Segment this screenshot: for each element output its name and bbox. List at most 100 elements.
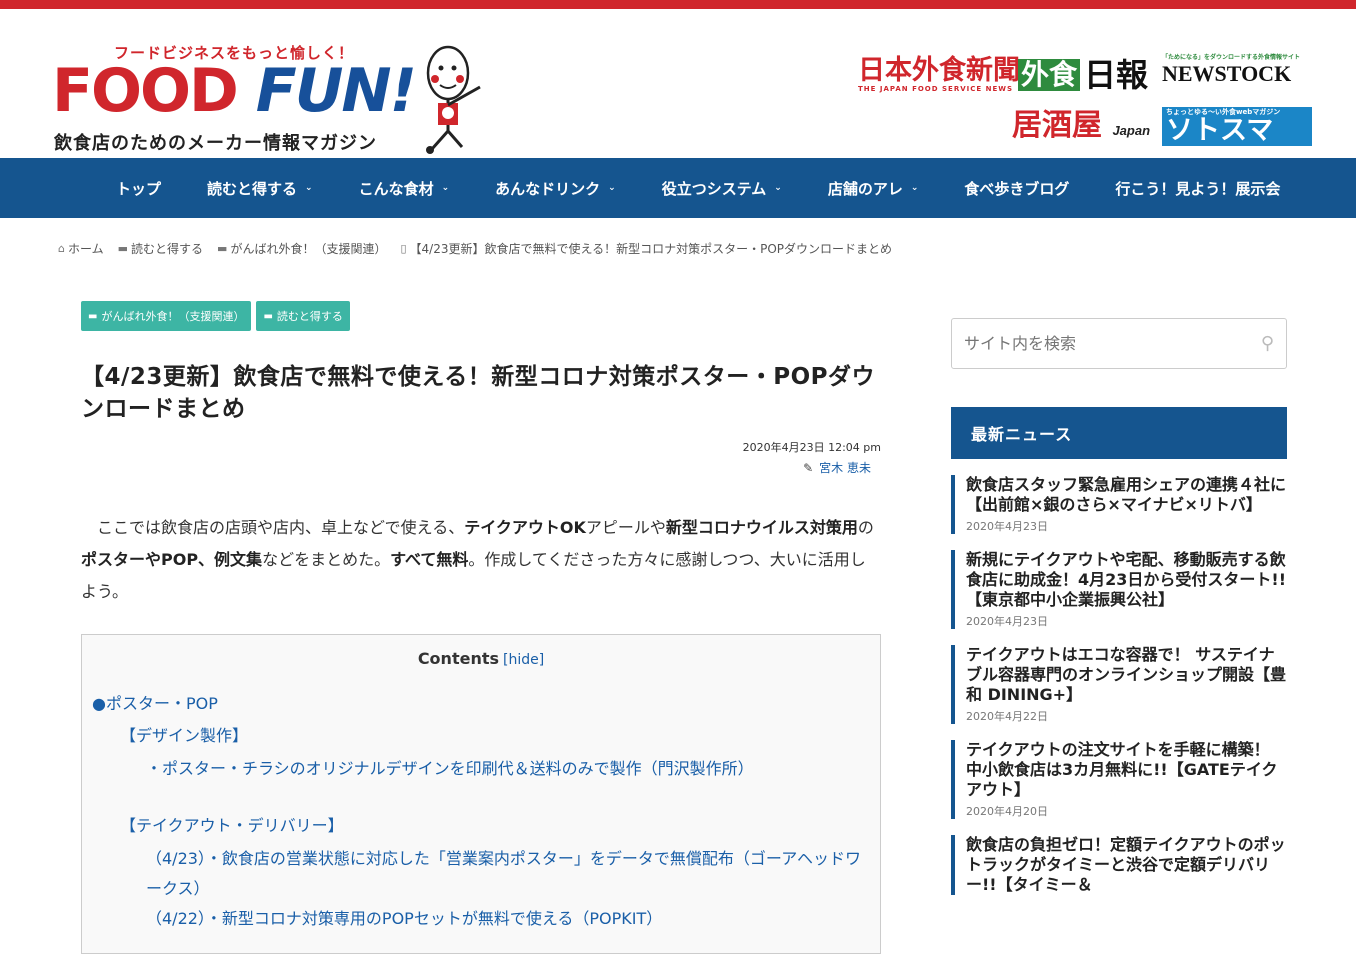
lead-bold: テイクアウトOK <box>464 518 586 537</box>
partner-izakaya-japan[interactable]: 居酒屋 Japan <box>1012 111 1150 141</box>
category-tag-label: 読むと得する <box>276 310 343 323</box>
breadcrumb-c2-label: がんばれ外食！（支援関連） <box>230 242 387 256</box>
chevron-down-icon: ⌄ <box>910 183 919 193</box>
top-accent-bar <box>0 0 1356 9</box>
author-name: 宮木 恵未 <box>819 461 871 475</box>
nav-item-label: 店舗のアレ <box>827 179 903 198</box>
nav-item-label: 役立つシステム <box>661 179 767 198</box>
nav-item[interactable]: トップ <box>116 178 161 199</box>
partner-p1-name: 日本外食新聞 <box>858 55 1020 86</box>
news-title: 飲食店の負担ゼロ！定額テイクアウトのポットラックがタイミーと渋谷で定額デリバリー… <box>966 835 1286 894</box>
toc-link[interactable]: 【デザイン製作】 <box>120 726 248 745</box>
nav-item[interactable]: 行こう！見よう！展示会 <box>1115 178 1280 199</box>
lead-text: アピールや <box>585 518 666 537</box>
news-item[interactable]: テイクアウトの注文サイトを手軽に構築！ 中小飲食店は3カ月無料に!!【GATEテ… <box>951 740 1287 819</box>
toc-link[interactable]: ●ポスター・POP <box>92 694 218 713</box>
breadcrumb-home-label: ホーム <box>67 242 104 256</box>
lead-bold: 新型コロナウイルス対策用 <box>665 518 858 537</box>
news-date: 2020年4月20日 <box>966 805 1048 818</box>
pencil-icon: ✎ <box>803 461 814 475</box>
article: ▬ がんばれ外食！（支援関連） ▬ 読むと得する 【4/23更新】飲食店で無料で… <box>81 301 881 954</box>
nav-item-label: 行こう！見よう！展示会 <box>1115 179 1281 198</box>
partner-logos: 日本外食新聞 THE JAPAN FOOD SERVICE NEWS 外食 日報… <box>850 53 1312 153</box>
news-title: テイクアウトの注文サイトを手軽に構築！ 中小飲食店は3カ月無料に!!【GATEテ… <box>966 740 1278 799</box>
partner-newstock[interactable]: 「ためになる」をダウンロードする外食情報サイト NEWSTOCK <box>1162 55 1300 85</box>
article-date: 2020年4月23日 12:04 pm <box>742 441 881 454</box>
partner-p1-sub: THE JAPAN FOOD SERVICE NEWS <box>858 85 1013 93</box>
breadcrumb-current-label: 【4/23更新】飲食店で無料で使える！新型コロナ対策ポスター・POPダウンロード… <box>409 242 893 256</box>
breadcrumb-category-1[interactable]: ▬ 読むと得する <box>118 240 203 257</box>
nav-item[interactable]: 店舗のアレ ⌄ <box>828 178 919 199</box>
category-tag-yomu[interactable]: ▬ 読むと得する <box>256 301 350 331</box>
news-item[interactable]: 飲食店スタッフ緊急雇用シェアの連携４社に【出前館×銀のさら×マイナビ×リトバ】 2… <box>951 475 1287 534</box>
news-title: 飲食店スタッフ緊急雇用シェアの連携４社に【出前館×銀のさら×マイナビ×リトバ】 <box>966 475 1287 514</box>
nav-item-label: あんなドリンク <box>495 179 601 198</box>
toc-link[interactable]: （4/23）・飲食店の営業状態に対応した「営業案内ポスター」をデータで無償配布（… <box>146 849 861 898</box>
news-date: 2020年4月23日 <box>966 615 1048 628</box>
chevron-down-icon: ⌄ <box>441 183 450 193</box>
toc-title: Contents <box>417 649 499 668</box>
lead-text: などをまとめた。 <box>262 550 391 569</box>
folder-icon: ▬ <box>263 310 273 322</box>
nav-item[interactable]: あんなドリンク ⌄ <box>495 178 616 199</box>
search-box: ⚲ <box>951 318 1287 369</box>
toc-hide-toggle[interactable]: [hide] <box>503 652 544 668</box>
category-tags: ▬ がんばれ外食！（支援関連） ▬ 読むと得する <box>81 301 881 331</box>
table-of-contents: Contents [hide] ●ポスター・POP 【デザイン製作】 ・ポスター・… <box>81 634 881 954</box>
folder-icon: ▬ <box>88 310 98 322</box>
chevron-down-icon: ⌄ <box>305 183 313 193</box>
breadcrumb: ⌂ ホーム ▬ 読むと得する ▬ がんばれ外食！（支援関連） ▯ 【4/23更新… <box>58 240 906 257</box>
partner-sotosuma[interactable]: ちょっとゆる〜い外食webマガジン ソトスマ <box>1162 107 1312 146</box>
logo-food: FOOD <box>52 56 239 126</box>
nav-item-label: トップ <box>116 179 162 198</box>
partner-p5-jp: Japan <box>1112 123 1151 138</box>
logo-fun: FUN! <box>255 56 417 126</box>
toc-heading: Contents [hide] <box>92 649 870 668</box>
toc-link[interactable]: （4/22）・新型コロナ対策専用のPOPセットが無料で使える（POPKIT） <box>146 909 662 928</box>
news-item[interactable]: 新規にテイクアウトや宅配、移動販売する飲食店に助成金！4月23日から受付スタート… <box>951 550 1287 629</box>
category-tag-label: がんばれ外食！（支援関連） <box>101 310 245 323</box>
news-item[interactable]: テイクアウトはエコな容器で！ サステイナブル容器専門のオンラインショップ開設【豊… <box>951 645 1287 724</box>
breadcrumb-category-2[interactable]: ▬ がんばれ外食！（支援関連） <box>217 240 386 257</box>
lead-bold: すべて無料 <box>390 550 469 569</box>
lead-text: の <box>857 518 874 537</box>
news-title: テイクアウトはエコな容器で！ サステイナブル容器専門のオンラインショップ開設【豊… <box>966 645 1287 704</box>
toc-link[interactable]: 【テイクアウト・デリバリー】 <box>120 816 344 835</box>
partner-p6-name: ソトスマ <box>1166 115 1274 146</box>
lead-text: ここでは飲食店の店頭や店内、卓上などで使える、 <box>97 518 465 537</box>
breadcrumb-home[interactable]: ⌂ ホーム <box>58 240 104 257</box>
breadcrumb-c1-label: 読むと得する <box>131 242 204 256</box>
site-logo[interactable]: フードビジネスをもっと愉しく！ FOOD FUN! 飲食店のためのメーカー情報マ… <box>52 35 492 155</box>
search-icon[interactable]: ⚲ <box>1261 333 1274 354</box>
breadcrumb-current: ▯ 【4/23更新】飲食店で無料で使える！新型コロナ対策ポスター・POPダウンロ… <box>400 240 892 257</box>
toc-link[interactable]: ・ポスター・チラシのオリジナルデザインを印刷代＆送料のみで製作（門沢製作所） <box>146 759 754 778</box>
partner-p5-name: 居酒屋 <box>1012 108 1102 143</box>
logo-subtitle: 飲食店のためのメーカー情報マガジン <box>54 133 377 154</box>
lead-bold: ポスターやPOP、例文集 <box>81 550 263 569</box>
nav-item-label: こんな食材 <box>358 179 434 198</box>
nav-item-label: 食べ歩きブログ <box>964 179 1070 198</box>
news-title: 新規にテイクアウトや宅配、移動販売する飲食店に助成金！4月23日から受付スタート… <box>966 550 1286 609</box>
nav-item[interactable]: 読むと得する ⌄ <box>207 178 313 199</box>
nav-item[interactable]: 食べ歩きブログ <box>964 178 1069 199</box>
latest-news-list: 飲食店スタッフ緊急雇用シェアの連携４社に【出前館×銀のさら×マイナビ×リトバ】 2… <box>951 475 1287 895</box>
partner-nihon-gaishoku-shinbun[interactable]: 日本外食新聞 THE JAPAN FOOD SERVICE NEWS <box>858 57 1020 93</box>
article-title: 【4/23更新】飲食店で無料で使える！新型コロナ対策ポスター・POPダウンロード… <box>81 364 875 422</box>
document-icon: ▯ <box>400 242 407 255</box>
nav-item[interactable]: こんな食材 ⌄ <box>359 178 450 199</box>
nav-item[interactable]: 役立つシステム ⌄ <box>662 178 782 199</box>
article-lead: ここでは飲食店の店頭や店内、卓上などで使える、テイクアウトOKアピールや新型コロ… <box>81 512 881 608</box>
sidebar: ⚲ 最新ニュース 飲食店スタッフ緊急雇用シェアの連携４社に【出前館×銀のさら×マ… <box>951 318 1287 895</box>
news-date: 2020年4月22日 <box>966 710 1048 723</box>
logo-wordmark: FOOD FUN! <box>52 61 417 121</box>
news-date: 2020年4月23日 <box>966 520 1048 533</box>
news-item[interactable]: 飲食店の負担ゼロ！定額テイクアウトのポットラックがタイミーと渋谷で定額デリバリー… <box>951 835 1287 895</box>
folder-icon: ▬ <box>117 242 129 255</box>
search-input[interactable] <box>964 334 1234 353</box>
home-icon: ⌂ <box>58 242 65 255</box>
article-author[interactable]: ✎ 宮木 恵未 <box>81 459 871 476</box>
chevron-down-icon: ⌄ <box>608 183 616 193</box>
category-tag-support[interactable]: ▬ がんばれ外食！（支援関連） <box>81 301 252 331</box>
partner-gaishoku[interactable]: 外食 <box>1018 59 1081 91</box>
partner-nippo[interactable]: 日報 <box>1084 59 1148 91</box>
